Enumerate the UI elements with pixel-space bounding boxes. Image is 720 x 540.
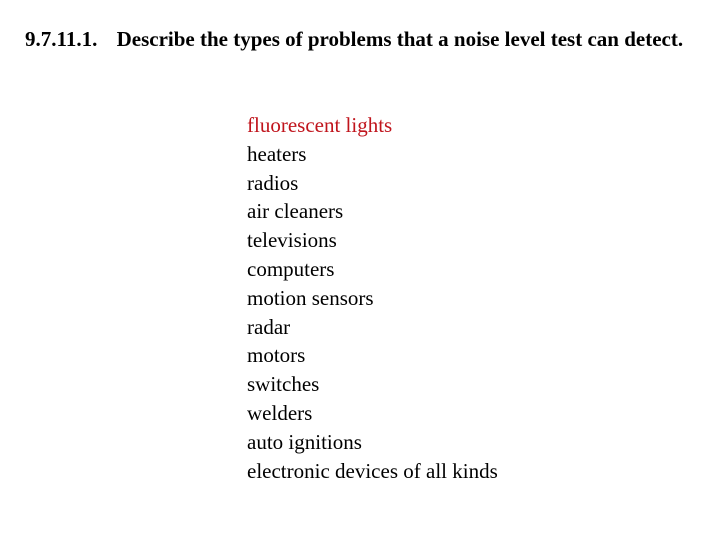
answer-item: motion sensors (247, 285, 374, 310)
answer-item: fluorescent lights (247, 113, 393, 137)
answer-item: radios (247, 170, 299, 195)
answer-item: air cleaners (247, 199, 344, 224)
answer-item: heaters (247, 141, 307, 166)
question-number: 9.7.11.1. (25, 27, 98, 51)
answer-item: motors (247, 343, 306, 368)
question-heading: 9.7.11.1. Describe the types of problems… (25, 24, 705, 54)
answer-list: fluorescent lights heaters radios air cl… (247, 111, 498, 485)
answer-item: computers (247, 256, 335, 281)
answer-item: radar (247, 314, 291, 339)
answer-item: televisions (247, 228, 337, 253)
answer-item: auto ignitions (247, 429, 362, 454)
answer-item: electronic devices of all kinds (247, 458, 498, 483)
answer-item: switches (247, 372, 320, 397)
question-text: Describe the types of problems that a no… (116, 27, 684, 51)
answer-item: welders (247, 400, 313, 425)
